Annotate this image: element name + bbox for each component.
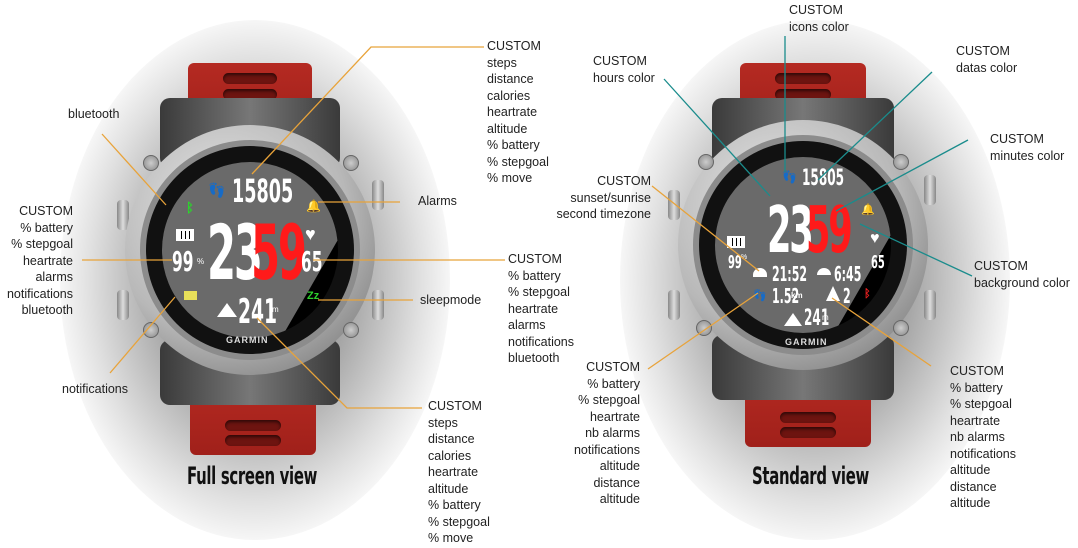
leader-minutes-color: [835, 139, 969, 212]
leader-datas-color: [817, 71, 933, 181]
label-hours-color: CUSTOM hours color: [593, 54, 655, 85]
label-icons-color: CUSTOM icons color: [789, 3, 849, 34]
leader-bluetooth: [101, 133, 167, 206]
leader-distance-left: [647, 292, 759, 370]
label-minutes-color: CUSTOM minutes color: [990, 132, 1065, 163]
label-bluetooth: bluetooth: [68, 107, 120, 121]
label-background-color: CUSTOM background color: [974, 259, 1070, 290]
leader-notifications: [109, 296, 176, 374]
label-group-bottom-left: CUSTOM% battery% stepgoal heartrate nb ala…: [573, 360, 640, 506]
leader-background-color: [859, 223, 973, 277]
leader-bell-right: [831, 297, 932, 367]
label-notifications: notifications: [62, 382, 129, 396]
label-group-left: CUSTOM% battery% stepgoal heartrate alarms…: [6, 204, 73, 317]
leader-hours-color: [663, 78, 771, 197]
label-group-top-right: CUSTOM steps distance calories heartrate alti…: [487, 39, 549, 185]
label-group-bottom-right: CUSTOM% battery% stepgoal heartrate nb ala…: [950, 364, 1017, 510]
label-sunset-sunrise: CUSTOM sunset/sunrise second timezone: [556, 174, 651, 221]
label-alarms: Alarms: [418, 194, 457, 208]
leader-altitude: [256, 317, 422, 409]
label-group-right: CUSTOM% battery% stepgoal heartrate alarms…: [508, 252, 575, 365]
label-sleepmode: sleepmode: [420, 293, 482, 307]
leader-steps: [251, 46, 484, 175]
label-group-bottom: CUSTOM steps distance calories heartrate alti…: [428, 399, 490, 545]
label-datas-color: CUSTOM datas color: [956, 44, 1018, 75]
leader-sunset: [651, 185, 760, 272]
